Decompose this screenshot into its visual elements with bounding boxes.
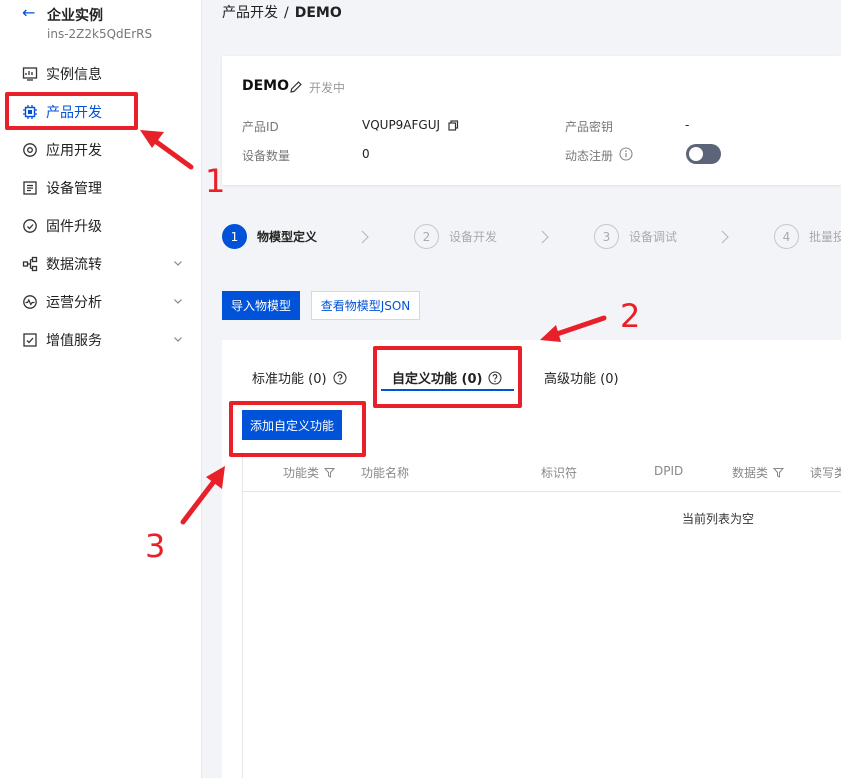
product-id-label: 产品ID (242, 120, 279, 134)
sidebar-item-ops-analysis[interactable]: 运营分析 (10, 287, 190, 317)
annotation-number-2: 2 (620, 297, 641, 335)
flow-icon (22, 256, 38, 272)
dynamic-reg-label: 动态注册 (565, 149, 614, 163)
sidebar-item-label: 运营分析 (46, 295, 102, 311)
breadcrumb-current: DEMO (294, 5, 342, 21)
arrow-left-icon[interactable]: ← (22, 4, 35, 22)
device-count-value: 0 (362, 147, 370, 161)
chevron-right-icon (361, 230, 369, 244)
sidebar-item-label: 固件升级 (46, 219, 102, 235)
breadcrumb: 产品开发 / DEMO (222, 2, 342, 22)
column-rw-type: 读写类 (810, 464, 841, 481)
column-label: 功能类 (283, 466, 320, 480)
filter-icon[interactable] (324, 467, 336, 478)
product-secret-label: 产品密钥 (565, 120, 614, 134)
chevron-right-icon (721, 230, 729, 244)
column-label: 标识符 (541, 466, 578, 480)
step-label: 设备调试 (629, 230, 678, 244)
product-secret-value: - (685, 118, 690, 132)
empty-state-text: 当前列表为空 (682, 512, 755, 526)
breadcrumb-parent[interactable]: 产品开发 (222, 5, 278, 21)
view-model-json-button[interactable]: 查看物模型JSON (311, 291, 420, 320)
tab-label: 标准功能 (0) (252, 372, 327, 387)
sidebar-item-data-flow[interactable]: 数据流转 (10, 249, 190, 279)
tab-label: 高级功能 (0) (544, 372, 619, 387)
sidebar-item-label: 应用开发 (46, 143, 102, 159)
chevron-down-icon (174, 261, 182, 266)
info-icon[interactable] (619, 147, 633, 161)
sidebar-item-value-added[interactable]: 增值服务 (10, 325, 190, 355)
step-label: 批量投 (809, 230, 841, 244)
step-device-debug[interactable]: 3 设备调试 (594, 224, 677, 249)
monitor-icon (22, 66, 38, 82)
device-count-label: 设备数量 (242, 149, 291, 163)
product-info-card: DEMO 开发中 产品ID VQUP9AFGUJ 产品密钥 - 设备数量 0 动… (222, 56, 841, 185)
column-data-type[interactable]: 数据类 (732, 464, 785, 481)
step-number: 1 (222, 224, 247, 249)
column-function-name: 功能名称 (361, 464, 409, 481)
sidebar-item-label: 增值服务 (46, 333, 102, 349)
product-name: DEMO (242, 78, 290, 94)
chevron-down-icon (174, 299, 182, 304)
step-label: 物模型定义 (257, 230, 318, 244)
step-number: 3 (594, 224, 619, 249)
help-icon[interactable] (333, 370, 347, 385)
chevron-down-icon (174, 337, 182, 342)
annotation-box-2 (373, 346, 522, 408)
product-id-value: VQUP9AFGUJ (362, 118, 441, 132)
product-status: 开发中 (309, 81, 346, 95)
edit-icon[interactable] (289, 80, 303, 94)
sidebar-item-label: 数据流转 (46, 257, 102, 273)
instance-id: ins-2Z2k5QdErRS (47, 27, 153, 41)
device-list-icon (22, 180, 38, 196)
import-model-button[interactable]: 导入物模型 (222, 291, 300, 320)
firmware-icon (22, 218, 38, 234)
step-label: 设备开发 (449, 230, 498, 244)
tab-standard[interactable]: 标准功能 (0) (252, 368, 347, 387)
sidebar-item-device-mgmt[interactable]: 设备管理 (10, 173, 190, 203)
column-label: DPID (654, 464, 684, 478)
copy-icon[interactable] (448, 120, 459, 131)
step-device-dev[interactable]: 2 设备开发 (414, 224, 497, 249)
annotation-arrow-2 (551, 315, 607, 338)
column-label: 数据类 (732, 466, 769, 480)
column-function-type[interactable]: 功能类 (283, 464, 336, 481)
dynamic-reg-toggle[interactable] (686, 144, 721, 164)
column-dpid: DPID (654, 464, 683, 478)
sidebar-item-label: 设备管理 (46, 181, 102, 197)
table-header: 功能类 功能名称 标识符 DPID 数据类 读写类 (243, 452, 841, 492)
column-label: 读写类 (810, 466, 841, 480)
filter-icon[interactable] (773, 467, 785, 478)
column-identifier: 标识符 (541, 464, 577, 481)
annotation-box-1 (5, 92, 138, 130)
sidebar-item-firmware[interactable]: 固件升级 (10, 211, 190, 241)
step-model-definition[interactable]: 1 物模型定义 (222, 224, 317, 249)
step-number: 2 (414, 224, 439, 249)
step-number: 4 (774, 224, 799, 249)
service-icon (22, 332, 38, 348)
instance-title: 企业实例 (47, 8, 103, 24)
function-table: 功能类 功能名称 标识符 DPID 数据类 读写类 当前列表为空 (242, 452, 841, 778)
tab-advanced[interactable]: 高级功能 (0) (544, 368, 619, 387)
sidebar-item-label: 实例信息 (46, 67, 102, 83)
annotation-number-1: 1 (205, 162, 226, 200)
chevron-right-icon (541, 230, 549, 244)
sidebar-item-instance-info[interactable]: 实例信息 (10, 59, 190, 89)
app-gear-icon (22, 142, 38, 158)
step-batch[interactable]: 4 批量投 (774, 224, 841, 249)
sidebar-item-app-dev[interactable]: 应用开发 (10, 135, 190, 165)
annotation-number-3: 3 (145, 527, 166, 565)
toggle-knob (689, 147, 703, 161)
breadcrumb-separator: / (284, 5, 289, 21)
column-label: 功能名称 (361, 466, 410, 480)
annotation-box-3 (229, 401, 366, 457)
pulse-icon (22, 294, 38, 310)
